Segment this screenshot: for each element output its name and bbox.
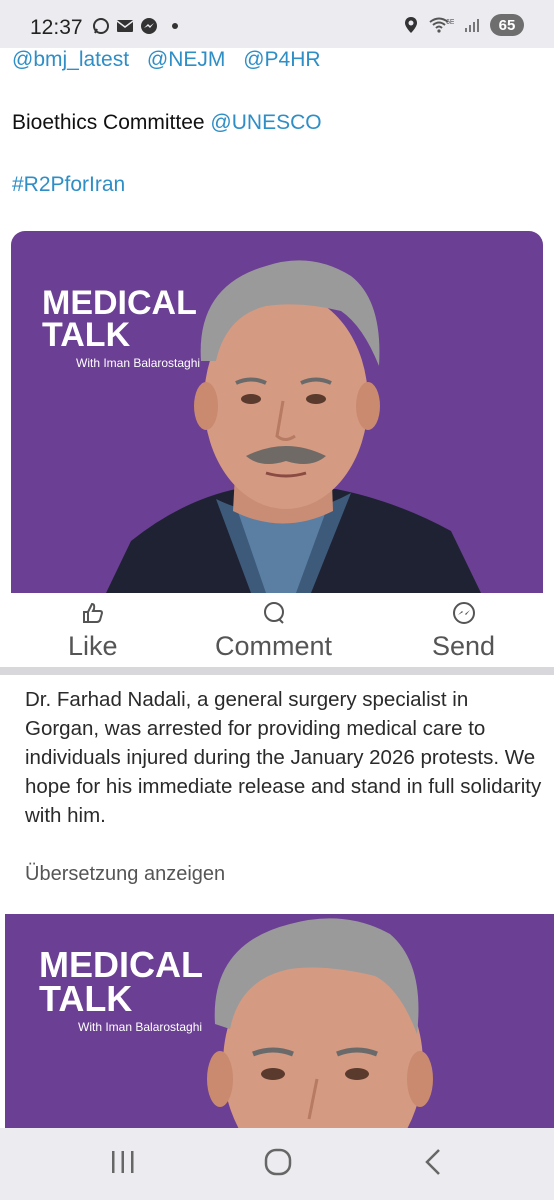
signal-icon: [465, 19, 479, 32]
more-notifications-dot: [172, 23, 178, 29]
wifi-icon: 6E: [429, 17, 454, 33]
battery-indicator: 65: [490, 14, 524, 36]
svg-text:6E: 6E: [446, 19, 454, 26]
android-nav-bar: [0, 1128, 554, 1200]
mention-bmj[interactable]: @bmj_latest: [12, 48, 129, 71]
recent-apps-icon[interactable]: [109, 1149, 137, 1175]
home-icon[interactable]: [264, 1148, 292, 1176]
back-icon[interactable]: [423, 1148, 443, 1176]
portrait-photo-2: [207, 918, 433, 1128]
whatsapp-icon: [93, 18, 109, 34]
status-bar: 12:37 6E 65: [0, 0, 554, 48]
thumbs-up-icon: [82, 602, 103, 623]
messenger-send-icon: [452, 602, 475, 624]
action-bar: Like Comment Send: [0, 593, 554, 671]
send-label: Send: [432, 631, 496, 661]
section-divider: [0, 667, 554, 675]
like-button[interactable]: Like: [68, 601, 118, 662]
comment-icon: [263, 602, 284, 624]
hashtag-line: #R2PforIran: [12, 173, 125, 197]
show-translation-link[interactable]: Übersetzung anzeigen: [25, 863, 225, 886]
like-label: Like: [68, 631, 118, 661]
location-icon: [405, 17, 417, 33]
post-image-card[interactable]: MEDICAL TALK With Iman Balarostaghi: [11, 231, 543, 593]
portrait-photo: [106, 260, 481, 593]
committee-text: Bioethics Committee: [12, 111, 205, 134]
committee-line: Bioethics Committee @UNESCO: [12, 111, 322, 135]
translated-post: Dr. Farhad Nadali, a general surgery spe…: [5, 675, 554, 914]
send-button[interactable]: Send: [432, 601, 495, 662]
comment-button[interactable]: Comment: [215, 601, 332, 662]
mention-unesco[interactable]: @UNESCO: [210, 111, 321, 134]
post-body-text: Dr. Farhad Nadali, a general surgery spe…: [25, 688, 542, 827]
mention-nejm[interactable]: @NEJM: [147, 48, 225, 71]
messenger-icon: [141, 18, 157, 34]
comment-label: Comment: [215, 631, 333, 661]
status-time: 12:37: [30, 16, 83, 39]
mail-icon: [116, 20, 134, 32]
post-image-card-2[interactable]: MEDICAL TALK With Iman Balarostaghi: [5, 914, 554, 1128]
hashtag-r2pforiran[interactable]: #R2PforIran: [12, 173, 125, 196]
mentions-line: @bmj_latest @NEJM @P4HR: [12, 48, 321, 72]
mention-p4hr[interactable]: @P4HR: [243, 48, 320, 71]
